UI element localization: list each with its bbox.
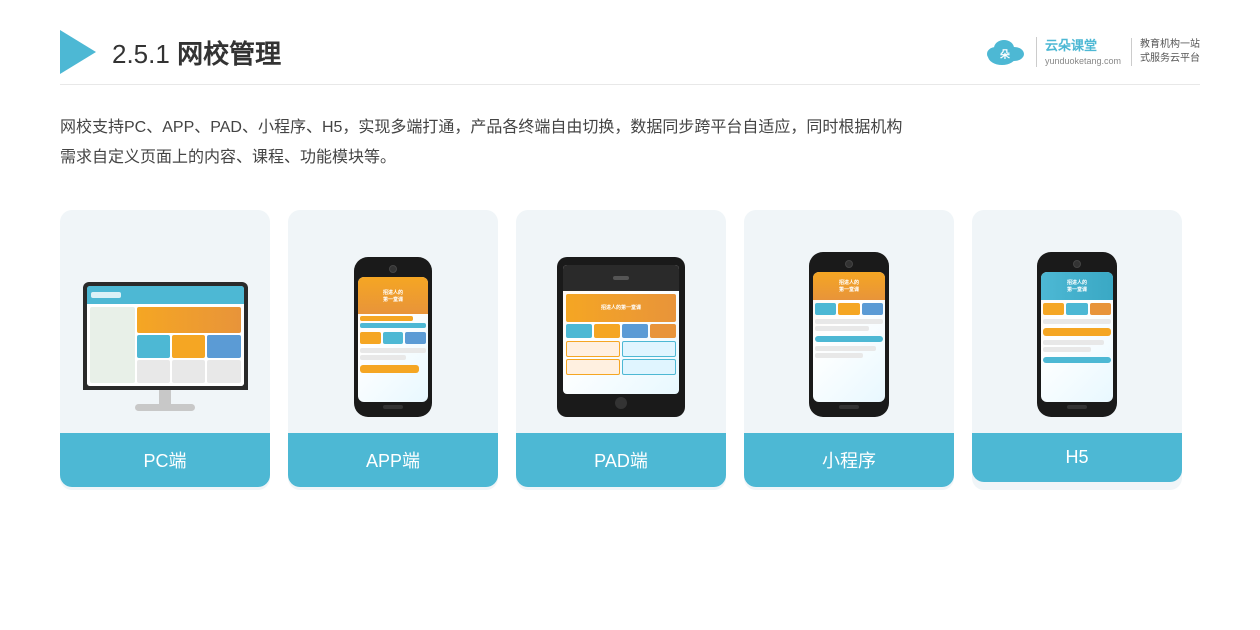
mini-phone-camera-icon bbox=[845, 260, 853, 268]
h5-phone-screen: 招进人的第一堂课 bbox=[1041, 272, 1113, 402]
h5-phone-icon: 招进人的第一堂课 bbox=[1037, 252, 1117, 417]
description-text: 网校支持PC、APP、PAD、小程序、H5，实现多端打通，产品各终端自由切换，数… bbox=[60, 113, 1200, 174]
brand-text: 云朵课堂 yunduoketang.com bbox=[1036, 37, 1121, 68]
card-h5: 招进人的第一堂课 bbox=[972, 210, 1182, 490]
pad-device-area: 招进人的第一堂课 bbox=[530, 232, 712, 417]
h5-phone-camera-icon bbox=[1073, 260, 1081, 268]
mini-phone-icon: 招进人的第一堂课 bbox=[809, 252, 889, 417]
card-mini-label: 小程序 bbox=[744, 433, 954, 487]
card-pc-label: PC端 bbox=[60, 433, 270, 487]
mini-phone-home-btn bbox=[839, 405, 859, 409]
tablet-home-btn bbox=[615, 397, 627, 409]
logo-triangle-icon bbox=[60, 30, 96, 74]
header-right: 朵 云朵课堂 yunduoketang.com 教育机构一站 式服务云平台 bbox=[982, 34, 1200, 70]
header: 2.5.1 网校管理 朵 云朵课堂 bbox=[60, 30, 1200, 85]
phone-camera-icon bbox=[389, 265, 397, 273]
page-container: 2.5.1 网校管理 朵 云朵课堂 bbox=[0, 0, 1260, 630]
cards-container: PC端 招进人的第一堂课 bbox=[60, 210, 1200, 490]
brand-tagline: 教育机构一站 式服务云平台 bbox=[1131, 38, 1200, 66]
h5-phone-home-btn bbox=[1067, 405, 1087, 409]
card-pad-label: PAD端 bbox=[516, 433, 726, 487]
mini-phone-screen: 招进人的第一堂课 bbox=[813, 272, 885, 402]
mini-device-area: 招进人的第一堂课 bbox=[758, 232, 940, 417]
brand-icon: 朵 bbox=[982, 34, 1030, 70]
tablet-screen: 招进人的第一堂课 bbox=[563, 265, 679, 394]
brand-logo: 朵 云朵课堂 yunduoketang.com 教育机构一站 式服务云平台 bbox=[982, 34, 1200, 70]
card-h5-label: H5 bbox=[972, 433, 1182, 482]
app-phone-icon: 招进人的第一堂课 bbox=[354, 257, 432, 417]
card-pad: 招进人的第一堂课 bbox=[516, 210, 726, 490]
card-mini: 招进人的第一堂课 bbox=[744, 210, 954, 490]
card-pc: PC端 bbox=[60, 210, 270, 490]
header-left: 2.5.1 网校管理 bbox=[60, 30, 281, 74]
pc-device-area bbox=[74, 232, 256, 417]
svg-text:朵: 朵 bbox=[1000, 49, 1010, 61]
pad-tablet-icon: 招进人的第一堂课 bbox=[557, 257, 685, 417]
phone-home-btn bbox=[383, 405, 403, 409]
card-app: 招进人的第一堂课 bbox=[288, 210, 498, 490]
page-title: 2.5.1 网校管理 bbox=[112, 34, 281, 71]
phone-screen: 招进人的第一堂课 bbox=[358, 277, 428, 402]
card-app-label: APP端 bbox=[288, 433, 498, 487]
h5-device-area: 招进人的第一堂课 bbox=[986, 232, 1168, 417]
app-device-area: 招进人的第一堂课 bbox=[302, 232, 484, 417]
pc-monitor-icon bbox=[83, 282, 248, 417]
